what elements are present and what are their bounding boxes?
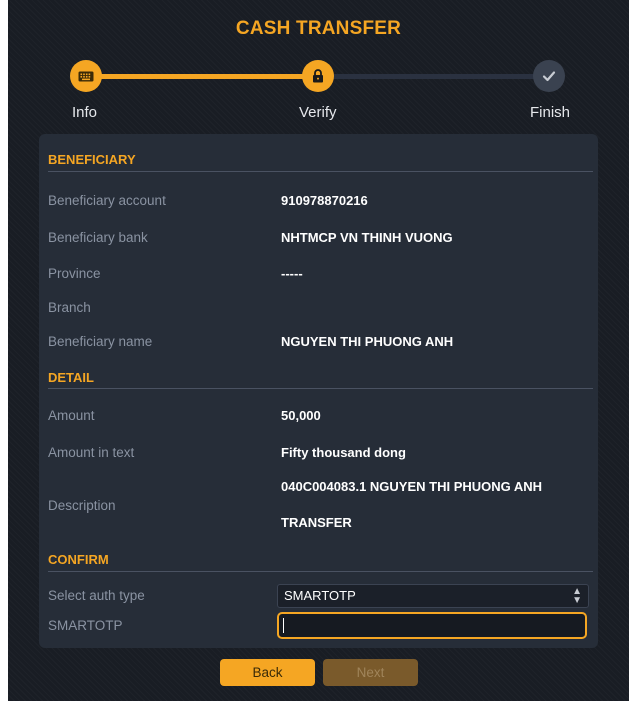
description-label: Description — [48, 498, 116, 513]
stepper-progress-complete — [88, 74, 320, 79]
amount-in-text-value: Fifty thousand dong — [281, 445, 406, 460]
section-divider — [48, 171, 593, 172]
step-info-circle — [70, 60, 102, 92]
cash-transfer-panel: CASH TRANSFER Info Verify Finish BENEFIC… — [8, 0, 629, 701]
text-cursor — [283, 618, 284, 633]
step-verify-label: Verify — [299, 104, 337, 121]
check-icon — [542, 71, 556, 82]
back-button[interactable]: Back — [220, 659, 315, 686]
beneficiary-account-label: Beneficiary account — [48, 193, 166, 208]
beneficiary-name-value: NGUYEN THI PHUONG ANH — [281, 334, 454, 349]
branch-label: Branch — [48, 300, 91, 315]
amount-value: 50,000 — [281, 408, 321, 423]
amount-in-text-label: Amount in text — [48, 445, 135, 460]
step-finish-label: Finish — [530, 104, 571, 121]
section-beneficiary-title: BENEFICIARY — [48, 152, 136, 167]
otp-label: SMARTOTP — [48, 618, 123, 633]
stepper-progress-remaining — [320, 74, 550, 79]
beneficiary-account-value: 910978870216 — [281, 193, 368, 208]
description-value-line1: 040C004083.1 NGUYEN THI PHUONG ANH — [281, 479, 543, 494]
auth-type-select[interactable]: SMARTOTP ▲ ▼ — [277, 584, 589, 608]
keyboard-icon — [78, 71, 94, 81]
page-title: CASH TRANSFER — [235, 18, 402, 39]
select-arrows-icon: ▲ ▼ — [572, 586, 582, 606]
transfer-details-card: BENEFICIARY Beneficiary account 91097887… — [39, 134, 598, 648]
auth-type-selected-value: SMARTOTP — [284, 588, 356, 603]
amount-label: Amount — [48, 408, 95, 423]
beneficiary-bank-label: Beneficiary bank — [48, 230, 148, 245]
section-divider — [48, 571, 593, 572]
beneficiary-name-label: Beneficiary name — [48, 334, 153, 349]
province-label: Province — [48, 266, 101, 281]
auth-type-label: Select auth type — [48, 588, 145, 603]
section-detail-title: DETAIL — [48, 370, 94, 385]
description-value-line2: TRANSFER — [281, 515, 352, 530]
province-value: ----- — [281, 266, 303, 281]
otp-input[interactable] — [277, 612, 587, 639]
step-info-label: Info — [72, 104, 98, 121]
beneficiary-bank-value: NHTMCP VN THINH VUONG — [281, 230, 453, 245]
section-confirm-title: CONFIRM — [48, 552, 109, 567]
next-button[interactable]: Next — [323, 659, 418, 686]
section-divider — [48, 388, 593, 389]
lock-icon — [313, 69, 323, 83]
step-verify-circle — [302, 60, 334, 92]
step-finish-circle — [533, 60, 565, 92]
